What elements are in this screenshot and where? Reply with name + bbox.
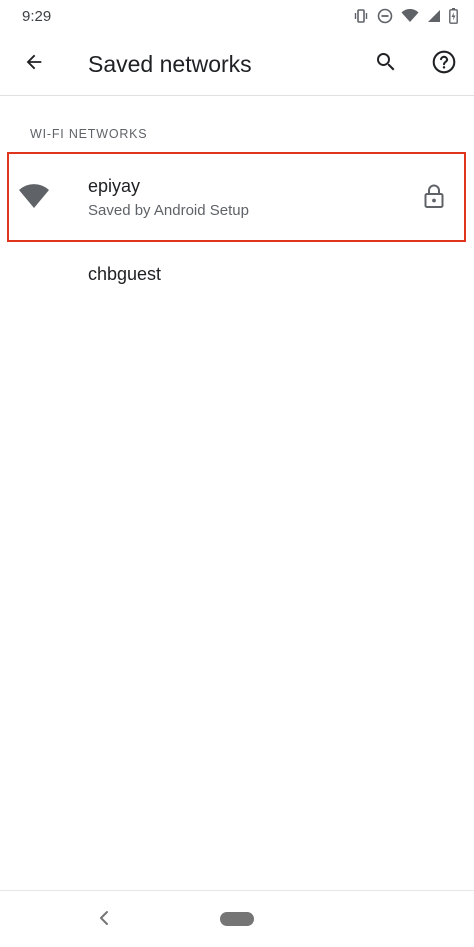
section-header: WI-FI NETWORKS [30,127,148,141]
page-title: Saved networks [88,51,252,77]
help-button[interactable] [426,46,462,82]
status-icons [353,8,458,24]
search-button[interactable] [368,46,404,82]
nav-back-button[interactable] [96,909,112,932]
cell-signal-icon [427,9,441,23]
back-button[interactable] [16,46,52,82]
network-name: epiyay [88,176,141,196]
app-bar: Saved networks [0,32,474,96]
back-arrow-icon [23,51,45,78]
search-icon [374,50,398,79]
network-item-chbguest[interactable]: chbguest [0,246,474,302]
wifi-signal-icon [401,9,419,23]
network-name: chbguest [88,264,162,284]
saved-networks-screen: 9:29 Saved networks WI-FI NETWORKS epiya… [0,0,474,947]
navigation-bar [0,890,474,947]
do-not-disturb-icon [377,8,393,24]
wifi-icon [18,183,50,214]
status-time: 9:29 [22,7,52,25]
battery-charging-icon [449,8,458,24]
lock-icon [423,183,445,214]
highlight-box [7,152,466,242]
nav-home-pill[interactable] [220,912,254,926]
vibrate-icon [353,8,369,24]
help-icon [431,49,457,80]
status-bar: 9:29 [0,0,474,32]
network-summary: Saved by Android Setup [88,202,249,219]
network-item-epiyay[interactable]: epiyay Saved by Android Setup [0,150,474,244]
